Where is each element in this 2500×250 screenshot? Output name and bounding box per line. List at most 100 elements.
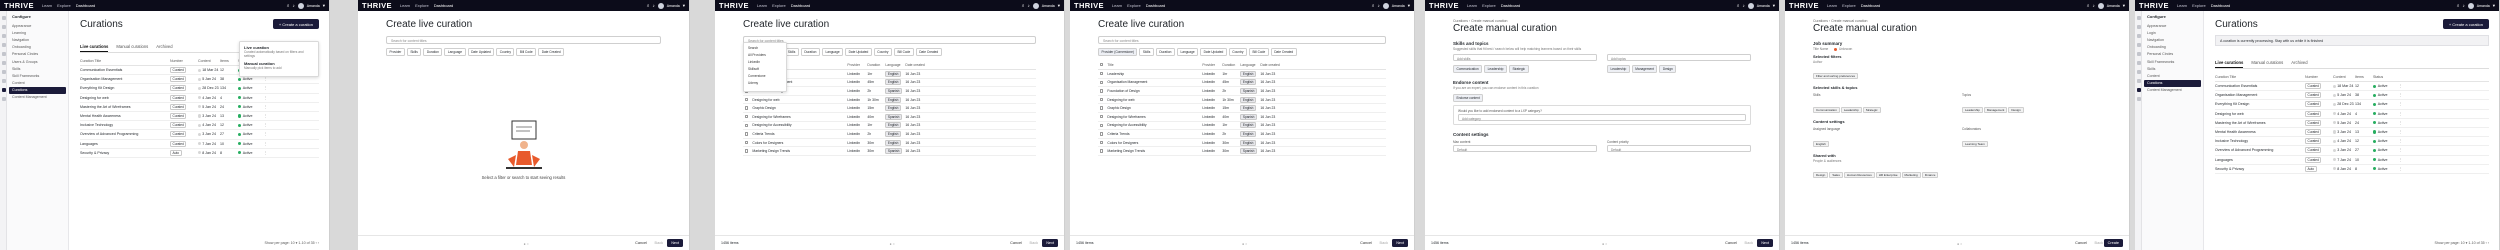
provider-option[interactable]: Cornerstone (748, 74, 782, 78)
row-checkbox[interactable] (1100, 115, 1104, 119)
content-title[interactable]: Designing for Accessibility (1107, 123, 1202, 127)
row-checkbox[interactable] (1100, 132, 1104, 136)
filter-chip[interactable]: Provider (386, 48, 405, 56)
back-button[interactable]: Back (1030, 241, 1038, 245)
content-title[interactable]: Designing for Wireframes (1107, 115, 1202, 119)
search-icon[interactable]: ⌕ (1022, 3, 1025, 8)
topic-chip[interactable]: Management (1631, 65, 1658, 73)
row-checkbox[interactable] (745, 132, 749, 136)
rail-icon[interactable] (1, 16, 6, 20)
curation-title[interactable]: Organisation Management (2215, 93, 2305, 97)
app-logo[interactable]: THRIVE (1789, 1, 1819, 10)
more-options-icon[interactable]: ⋮ (2399, 121, 2407, 125)
column-header[interactable]: Number (2305, 75, 2333, 79)
curation-title[interactable]: Inclusive Technology (2215, 139, 2305, 143)
skill-chip[interactable]: Communication (1453, 65, 1483, 73)
sidebar-item-appearance[interactable]: Appearance (2144, 22, 2201, 29)
bell-icon[interactable]: ♪ (2092, 3, 2094, 8)
column-header[interactable]: Items (220, 59, 238, 63)
next-button[interactable]: Next (1042, 239, 1058, 247)
sidebar-item-content-management[interactable]: Content Management (2144, 87, 2201, 94)
row-checkbox[interactable] (745, 123, 749, 128)
endorse-chip[interactable]: Endorse content (1453, 94, 1484, 102)
column-header[interactable]: Duration (867, 63, 885, 67)
filter-chip[interactable]: Bill Code (893, 48, 914, 56)
avatar[interactable] (1382, 2, 1389, 9)
table-row[interactable]: Mastering the Art of Wireframes Curated 5 … (80, 103, 319, 112)
table-row[interactable]: Languages Curated 7 Jan 24 10 Active ⋮ (2215, 156, 2489, 165)
app-logo[interactable]: THRIVE (1074, 1, 1104, 10)
nav-link-dashboard[interactable]: Dashboard (1146, 3, 1166, 8)
app-logo[interactable]: THRIVE (4, 1, 34, 10)
filter-chip[interactable]: Country (873, 48, 892, 56)
filter-chip[interactable]: Date Updated (1200, 48, 1227, 56)
sidebar-item-personal-circles[interactable]: Personal Circles (2144, 51, 2201, 58)
nav-link-explore[interactable]: Explore (1842, 3, 1856, 8)
more-options-icon[interactable]: ⋮ (2399, 148, 2407, 152)
sidebar-item-onboarding[interactable]: Onboarding (9, 44, 66, 51)
filter-chip[interactable]: Language (821, 48, 844, 56)
content-title[interactable]: Foundation of Design (1107, 89, 1202, 93)
back-button[interactable]: Back (2095, 241, 2103, 245)
more-options-icon[interactable]: ⋮ (2399, 139, 2407, 143)
more-options-icon[interactable]: ⋮ (264, 123, 272, 127)
column-header[interactable]: Curation Title (80, 59, 170, 63)
curation-title[interactable]: Everything Kit Design (80, 86, 170, 90)
more-options-icon[interactable]: ⋮ (2399, 84, 2407, 88)
cancel-button[interactable]: Cancel (2075, 241, 2087, 245)
cancel-button[interactable]: Cancel (1010, 241, 1022, 245)
provider-option[interactable]: Skillsoft (748, 67, 782, 71)
curation-title[interactable]: Designing for web (2215, 112, 2305, 116)
nav-link-learn[interactable]: Learn (1112, 3, 1122, 8)
chevron-down-icon[interactable]: ▾ (2123, 3, 2125, 9)
avatar[interactable] (297, 2, 304, 9)
rail-icon[interactable] (1, 88, 6, 92)
rail-icon[interactable] (1, 25, 6, 29)
app-logo[interactable]: THRIVE (719, 1, 749, 10)
row-checkbox[interactable] (1100, 106, 1104, 110)
sidebar-item-curations[interactable]: Curations (9, 86, 66, 94)
pagination[interactable]: Show per page: 10 ▾ 1-10 of 35 ‹ › (2434, 241, 2489, 245)
curation-title[interactable]: Everything Kit Design (2215, 102, 2305, 106)
nav-link-learn[interactable]: Learn (400, 3, 410, 8)
more-options-icon[interactable]: ⋮ (264, 105, 272, 109)
category-select[interactable]: Add category (1458, 114, 1746, 121)
app-logo[interactable]: THRIVE (1429, 1, 1459, 10)
search-icon[interactable]: ⌕ (1372, 3, 1375, 8)
nav-link-explore[interactable]: Explore (415, 3, 429, 8)
sidebar-item-learning[interactable]: Learning (9, 29, 66, 36)
rail-icon[interactable] (1, 61, 6, 65)
content-search-input[interactable]: Search for content titles (386, 36, 661, 44)
column-header[interactable]: Provider (847, 63, 867, 67)
table-row[interactable]: Everything Kit Design Curated 28 Dec 23 134… (2215, 100, 2489, 110)
max-content-select[interactable]: Default (1453, 145, 1597, 152)
content-title[interactable]: Marketing Design Trends (1107, 149, 1202, 153)
provider-option[interactable]: All Providers (748, 53, 782, 57)
content-search-input[interactable]: Search for content titles (1098, 36, 1386, 44)
nav-link-explore[interactable]: Explore (2192, 3, 2206, 8)
more-options-icon[interactable]: ⋮ (264, 114, 272, 118)
avatar[interactable] (2097, 2, 2104, 9)
curation-title[interactable]: Security & Privacy (80, 151, 170, 155)
tab-live-curations[interactable]: Live curations (2215, 60, 2244, 68)
back-button[interactable]: Back (1745, 241, 1753, 245)
bell-icon[interactable]: ♪ (2462, 3, 2464, 8)
chevron-down-icon[interactable]: ▾ (1058, 3, 1060, 9)
content-title[interactable]: Leadership (1107, 72, 1202, 76)
nav-link-dashboard[interactable]: Dashboard (2211, 3, 2231, 8)
chevron-down-icon[interactable]: ▾ (1773, 3, 1775, 9)
result-row[interactable]: Criteria Trends Linkedin 2h English 16 Jun 2… (1098, 130, 1386, 139)
nav-link-explore[interactable]: Explore (57, 3, 71, 8)
row-checkbox[interactable] (745, 149, 749, 153)
row-checkbox[interactable] (1100, 89, 1104, 93)
create-curation-button[interactable]: + Create a curation (272, 19, 319, 29)
bell-icon[interactable]: ♪ (1377, 3, 1379, 8)
sidebar-item-users-groups[interactable]: Users & Groups (9, 58, 66, 65)
column-header[interactable]: Curation Title (2215, 75, 2305, 79)
nav-link-learn[interactable]: Learn (2177, 3, 2187, 8)
content-title[interactable]: Criteria Trends (1107, 132, 1202, 136)
result-row[interactable]: Colors for Designers Linkedin 30m English 16… (1098, 139, 1386, 148)
sidebar-item-skill-frameworks[interactable]: Skill Frameworks (2144, 58, 2201, 65)
filter-chip[interactable]: Date Updated (467, 48, 495, 56)
row-checkbox[interactable] (745, 106, 749, 110)
